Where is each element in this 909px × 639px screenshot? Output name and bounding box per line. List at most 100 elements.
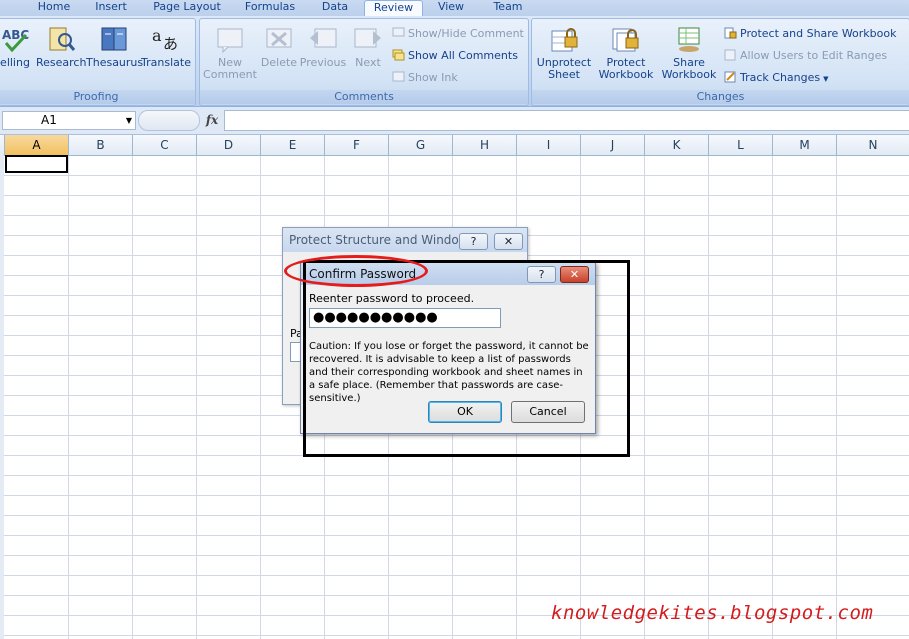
- formula-bar: A1 ▼ fx: [0, 107, 909, 135]
- allow-users-edit-ranges-button[interactable]: Allow Users to Edit Ranges: [724, 48, 887, 64]
- close-icon[interactable]: ✕: [494, 233, 523, 250]
- grid-row-line: [0, 195, 909, 196]
- confirm-password-dialog: Confirm Password ? ✕ Reenter password to…: [300, 262, 596, 434]
- spelling-label: elling: [0, 56, 30, 69]
- protect-structure-title: Protect Structure and Windows: [283, 228, 527, 252]
- unprotect-sheet-button[interactable]: Unprotect Sheet: [534, 25, 594, 81]
- watermark: knowledgekites.blogspot.com: [551, 602, 874, 624]
- new-comment-icon: [215, 25, 245, 54]
- column-header-a[interactable]: A: [5, 135, 69, 155]
- column-header-j[interactable]: J: [581, 135, 645, 155]
- translate-button[interactable]: aあ Translate: [141, 25, 191, 69]
- help-button[interactable]: ?: [459, 233, 488, 250]
- thesaurus-label: Thesaurus: [86, 56, 144, 69]
- column-header-b[interactable]: B: [69, 135, 133, 155]
- translate-label: Translate: [141, 56, 191, 69]
- spelling-icon: ABC: [0, 25, 30, 53]
- name-box[interactable]: A1 ▼: [2, 111, 136, 130]
- next-comment-button[interactable]: Next: [349, 25, 387, 69]
- show-ink-label: Show Ink: [408, 71, 458, 84]
- formula-input[interactable]: [224, 110, 909, 131]
- column-header-i[interactable]: I: [517, 135, 581, 155]
- track-changes-button[interactable]: Track Changes ▼: [724, 70, 829, 86]
- grid-row-line: [0, 175, 909, 176]
- chevron-down-icon[interactable]: ▼: [88, 112, 132, 129]
- grid-row-line: [0, 475, 909, 476]
- column-header-m[interactable]: M: [773, 135, 837, 155]
- active-cell-a1[interactable]: [5, 155, 68, 173]
- proofing-group: ABC elling Research Thesaurus aあ Transla…: [0, 18, 196, 106]
- protect-and-share-workbook-button[interactable]: Protect and Share Workbook: [724, 26, 897, 42]
- comments-group: New Comment Delete Previous Next Show/Hi…: [199, 18, 529, 106]
- grid-row-line: [0, 595, 909, 596]
- show-hide-comment-icon: [392, 27, 405, 39]
- column-header-g[interactable]: G: [389, 135, 453, 155]
- protect-workbook-button[interactable]: Protect Workbook: [593, 25, 659, 81]
- grid-row-line: [0, 535, 909, 536]
- grid-column-line: [260, 156, 261, 639]
- grid-row-line: [0, 555, 909, 556]
- formula-bar-expand-handle[interactable]: [138, 110, 200, 131]
- tab-review[interactable]: Review: [364, 0, 423, 17]
- grid-column-line: [644, 156, 645, 639]
- insert-function-button[interactable]: fx: [203, 110, 221, 130]
- share-workbook-button[interactable]: Share Workbook: [659, 25, 719, 81]
- show-ink-button[interactable]: Show Ink: [392, 70, 458, 86]
- row-header-strip: [0, 155, 4, 639]
- column-header-d[interactable]: D: [197, 135, 261, 155]
- comments-group-label: Comments: [200, 90, 528, 104]
- column-header-n[interactable]: N: [837, 135, 909, 155]
- tab-view[interactable]: View: [434, 0, 468, 16]
- tab-insert[interactable]: Insert: [91, 0, 131, 16]
- research-button[interactable]: Research: [36, 25, 86, 69]
- help-button[interactable]: ?: [527, 266, 556, 283]
- delete-comment-icon: [264, 25, 294, 53]
- close-icon[interactable]: ✕: [560, 266, 589, 283]
- grid-row-line: [0, 215, 909, 216]
- grid-column-line: [836, 156, 837, 639]
- show-hide-comment-button[interactable]: Show/Hide Comment: [392, 26, 524, 42]
- column-header-k[interactable]: K: [645, 135, 709, 155]
- svg-text:あ: あ: [163, 35, 178, 53]
- tab-page-layout[interactable]: Page Layout: [151, 0, 223, 16]
- thesaurus-button[interactable]: Thesaurus: [86, 25, 144, 69]
- previous-comment-label: Previous: [299, 56, 347, 69]
- tab-data[interactable]: Data: [318, 0, 352, 16]
- ok-button[interactable]: OK: [428, 401, 502, 423]
- column-header-f[interactable]: F: [325, 135, 389, 155]
- research-icon: [46, 25, 76, 53]
- new-comment-label: New Comment: [203, 56, 257, 81]
- column-header-e[interactable]: E: [261, 135, 325, 155]
- tab-formulas[interactable]: Formulas: [242, 0, 298, 16]
- ribbon: ABC elling Research Thesaurus aあ Transla…: [0, 16, 909, 107]
- column-header-c[interactable]: C: [133, 135, 197, 155]
- cancel-button[interactable]: Cancel: [511, 401, 585, 423]
- new-comment-button[interactable]: New Comment: [202, 25, 258, 81]
- caution-text: Caution: If you lose or forget the passw…: [309, 341, 589, 404]
- tab-team[interactable]: Team: [490, 0, 526, 16]
- tab-home[interactable]: Home: [36, 0, 72, 16]
- password-field[interactable]: ●●●●●●●●●●●: [309, 308, 501, 328]
- translate-icon: aあ: [151, 25, 181, 53]
- share-workbook-label: Share Workbook: [661, 56, 717, 81]
- next-comment-icon: [353, 25, 383, 53]
- proofing-group-label: Proofing: [0, 90, 195, 104]
- delete-comment-button[interactable]: Delete: [258, 25, 300, 69]
- unprotect-sheet-label: Unprotect Sheet: [536, 56, 592, 81]
- show-all-comments-button[interactable]: Show All Comments: [392, 48, 518, 64]
- show-all-comments-icon: [392, 49, 405, 61]
- spelling-button[interactable]: ABC elling: [0, 25, 33, 69]
- previous-comment-button[interactable]: Previous: [299, 25, 347, 69]
- changes-group-label: Changes: [532, 90, 909, 104]
- track-changes-label: Track Changes: [740, 71, 821, 84]
- share-workbook-icon: [674, 25, 704, 53]
- column-header-h[interactable]: H: [453, 135, 517, 155]
- thesaurus-icon: [99, 25, 129, 53]
- name-box-value: A1: [41, 113, 57, 127]
- allow-users-edit-ranges-label: Allow Users to Edit Ranges: [740, 49, 888, 62]
- chevron-down-icon: ▼: [823, 75, 829, 83]
- delete-comment-label: Delete: [260, 56, 298, 69]
- grid-row-line: [0, 435, 909, 436]
- column-header-l[interactable]: L: [709, 135, 773, 155]
- protect-workbook-icon: [611, 25, 641, 53]
